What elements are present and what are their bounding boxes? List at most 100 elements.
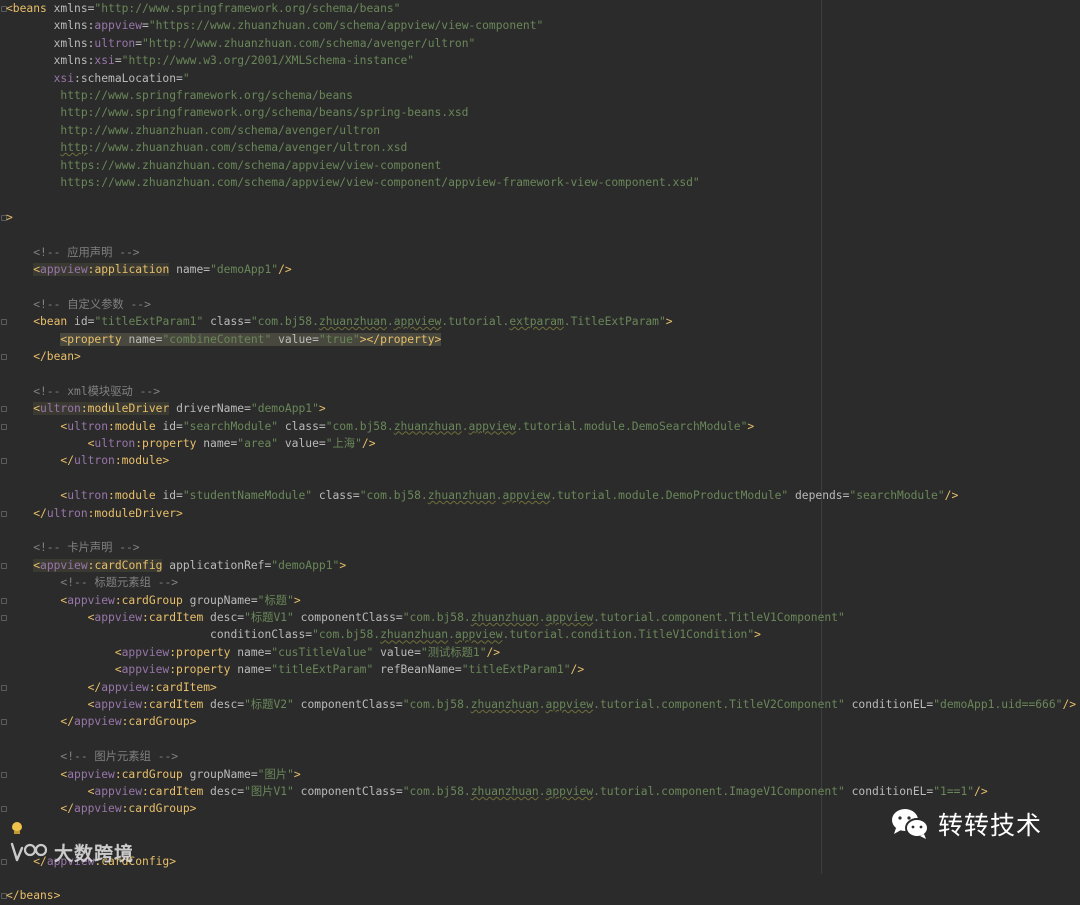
code-token: "图片V1" — [244, 785, 294, 798]
code-token: . — [538, 785, 546, 798]
code-token: < — [6, 645, 122, 659]
code-token: = — [114, 54, 122, 68]
code-token: id= — [67, 315, 95, 329]
code-token: http — [60, 141, 88, 155]
code-line[interactable]: <appview:cardGroup groupName="标题"> — [6, 592, 300, 609]
code-line[interactable]: xmlns:appview="https://www.zhuanzhuan.co… — [6, 17, 544, 34]
code-line[interactable]: <appview:cardConfig applicationRef="demo… — [6, 557, 346, 574]
code-line[interactable]: <appview:cardItem desc="标题V1" componentC… — [6, 609, 845, 626]
code-line[interactable]: </appview:cardGroup> — [6, 713, 196, 730]
code-editor[interactable]: <beans xmlns="http://www.springframework… — [0, 0, 1080, 902]
code-token: zhuanzhuan — [470, 698, 539, 711]
code-token: zhuanzhuan — [470, 785, 539, 798]
code-token: "demoApp1" — [210, 263, 279, 276]
code-token: "com.bj58. — [250, 315, 319, 329]
code-line[interactable]: https://www.zhuanzhuan.com/schema/appvie… — [6, 174, 699, 191]
code-line[interactable]: xmlns:xsi="http://www.w3.org/2001/XMLSch… — [6, 52, 415, 69]
code-token: ultron — [67, 489, 109, 503]
code-line[interactable]: <!-- 应用声明 --> — [6, 244, 139, 261]
code-token: "1==1" — [933, 785, 975, 798]
code-line[interactable]: </appview:cardGroup> — [6, 800, 196, 817]
code-token: xsi — [94, 54, 115, 68]
code-token: appview — [545, 611, 594, 624]
code-token: zhuanzhuan — [393, 419, 462, 433]
code-line[interactable]: <appview:cardGroup groupName="图片"> — [6, 766, 300, 783]
code-line[interactable]: xsi:schemaLocation=" — [6, 70, 190, 87]
code-token: https://www.zhuanzhuan.com/schema/appvie… — [6, 158, 442, 172]
code-token: value= — [271, 332, 319, 346]
code-token: "studentNameModule" — [182, 489, 313, 503]
code-token: "http://www.springframework.org/schema/b… — [94, 2, 401, 15]
code-line[interactable]: <!-- 卡片声明 --> — [6, 539, 139, 556]
code-token: conditionEL= — [844, 698, 934, 711]
code-token: .tutorial.module.DemoSearchModule" — [516, 419, 748, 433]
code-line[interactable]: </appview:cardItem> — [6, 679, 217, 696]
code-token: /> — [974, 785, 988, 798]
code-line[interactable]: <appview:property name="titleExtParam" r… — [6, 661, 584, 678]
code-line[interactable]: > — [6, 209, 13, 226]
code-token: ultron — [40, 402, 81, 416]
code-line[interactable]: <!-- 标题元素组 --> — [6, 574, 178, 591]
code-token: .tutorial.module.DemoProductModule" — [550, 489, 789, 503]
code-line[interactable]: <!-- xml模块驱动 --> — [6, 383, 160, 400]
code-token: name= — [230, 645, 272, 659]
code-line[interactable]: <property name="combineContent" value="t… — [6, 331, 442, 348]
code-token: . — [448, 628, 455, 642]
code-line[interactable]: </beans> — [6, 887, 60, 904]
code-token: "标题" — [257, 593, 294, 607]
code-token: :cardGroup> — [121, 715, 197, 729]
code-line[interactable]: <ultron:moduleDriver driverName="demoApp… — [6, 400, 326, 417]
code-line[interactable]: http://www.zhuanzhuan.com/schema/avenger… — [6, 122, 380, 139]
code-line[interactable]: <ultron:module id="studentNameModule" cl… — [6, 487, 958, 504]
code-token: <!-- xml模块驱动 --> — [6, 384, 161, 398]
code-token: "图片" — [257, 767, 294, 781]
code-token: "area" — [237, 437, 279, 450]
code-token: </ — [6, 680, 102, 694]
code-line[interactable]: </bean> — [6, 348, 81, 365]
code-token: "测试标题1" — [420, 645, 487, 659]
code-line[interactable]: <!-- 自定义参数 --> — [6, 296, 151, 313]
code-token: /> — [944, 489, 959, 503]
code-line[interactable]: xmlns:ultron="http://www.zhuanzhuan.com/… — [6, 35, 476, 52]
code-token: "https://www.zhuanzhuan.com/schema/appvi… — [148, 19, 544, 33]
code-line[interactable]: http://www.zhuanzhuan.com/schema/avenger… — [6, 139, 407, 156]
right-margin-guide — [821, 0, 822, 874]
code-line[interactable]: <appview:cardItem desc="图片V1" componentC… — [6, 783, 988, 800]
code-line[interactable]: <appview:cardItem desc="标题V2" componentC… — [6, 696, 1076, 713]
code-line[interactable]: <appview:property name="cusTitleValue" v… — [6, 644, 500, 661]
code-token: :application — [87, 263, 170, 276]
code-token: appview — [74, 715, 122, 729]
code-line[interactable]: <!-- 图片元素组 --> — [6, 748, 178, 765]
code-line[interactable]: http://www.springframework.org/schema/be… — [6, 104, 468, 121]
code-line[interactable]: <bean id="titleExtParam1" class="com.bj5… — [6, 313, 673, 330]
code-token: .tutorial. — [441, 315, 510, 329]
code-token: ultron — [46, 506, 88, 520]
code-token: . — [461, 419, 469, 433]
code-token: :module> — [114, 454, 170, 468]
code-token: < — [6, 437, 95, 450]
code-token: appview — [468, 419, 517, 433]
code-token: appview — [40, 263, 88, 276]
code-token: refBeanName= — [373, 663, 462, 677]
code-token: > — [665, 315, 673, 329]
code-token: :cardItem — [142, 611, 204, 624]
code-line[interactable]: <appview:application name="demoApp1"/> — [6, 261, 292, 278]
code-token: "demoApp1.uid==666" — [933, 698, 1063, 711]
code-line[interactable]: http://www.springframework.org/schema/be… — [6, 87, 352, 104]
code-line[interactable]: </ultron:moduleDriver> — [6, 505, 183, 522]
code-line[interactable]: </ultron:module> — [6, 452, 169, 469]
code-line[interactable]: <ultron:module id="searchModule" class="… — [6, 418, 754, 435]
lightbulb-icon[interactable] — [12, 822, 22, 834]
code-line[interactable]: <ultron:property name="area" value="上海"/… — [6, 435, 376, 452]
code-line[interactable]: https://www.zhuanzhuan.com/schema/appvie… — [6, 157, 441, 174]
code-token: < — [33, 558, 41, 572]
code-token: "http://www.zhuanzhuan.com/schema/avenge… — [142, 36, 476, 50]
code-line[interactable]: conditionClass="com.bj58.zhuanzhuan.appv… — [6, 626, 761, 643]
code-token: xmlns: — [6, 54, 95, 68]
code-token: appview — [74, 802, 122, 816]
code-token: name= — [230, 663, 272, 677]
code-line[interactable]: <beans xmlns="http://www.springframework… — [6, 0, 400, 17]
code-token: < — [6, 663, 122, 677]
